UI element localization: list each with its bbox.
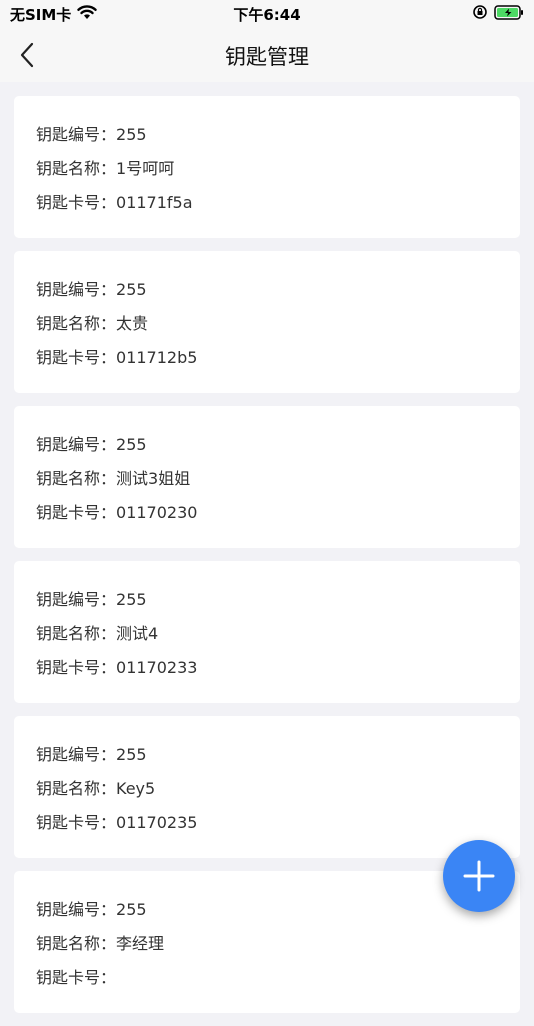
key-name-row: 钥匙名称：1号呵呵 [36,158,520,192]
key-name-value: 测试4 [116,624,159,643]
key-name-value: Key5 [116,779,156,798]
key-number-label: 钥匙编号： [36,745,117,764]
key-number-value: 255 [116,280,147,299]
status-right [472,4,524,24]
key-card[interactable]: 钥匙编号：255 钥匙名称：测试4 钥匙卡号：01170233 [14,561,520,703]
key-number-value: 255 [116,435,147,454]
navigation-bar: 钥匙管理 [0,28,534,82]
key-card-value: 01170230 [116,503,198,522]
key-card[interactable]: 钥匙编号：255 钥匙名称：Key5 钥匙卡号：01170235 [14,716,520,858]
key-number-row: 钥匙编号：255 [36,899,520,933]
key-number-row: 钥匙编号：255 [36,744,520,778]
key-name-label: 钥匙名称： [36,314,117,333]
key-name-value: 1号呵呵 [116,159,175,178]
key-name-label: 钥匙名称： [36,469,117,488]
battery-icon [494,4,524,24]
key-name-label: 钥匙名称： [36,159,117,178]
key-card-row: 钥匙卡号： [36,967,520,1001]
add-key-button[interactable] [443,840,515,912]
key-number-value: 255 [116,590,147,609]
key-name-row: 钥匙名称：测试3姐姐 [36,468,520,502]
key-number-row: 钥匙编号：255 [36,279,520,313]
key-card-row: 钥匙卡号：01171f5a [36,192,520,226]
key-number-row: 钥匙编号：255 [36,434,520,468]
key-card-label: 钥匙卡号： [36,348,117,367]
key-card[interactable]: 钥匙编号：255 钥匙名称：太贵 钥匙卡号：011712b5 [14,251,520,393]
key-number-row: 钥匙编号：255 [36,589,520,623]
key-number-value: 255 [116,745,147,764]
key-number-label: 钥匙编号： [36,590,117,609]
key-card-row: 钥匙卡号：011712b5 [36,347,520,381]
key-number-label: 钥匙编号： [36,900,117,919]
key-number-label: 钥匙编号： [36,435,117,454]
key-card[interactable]: 钥匙编号：255 钥匙名称：李经理 钥匙卡号： [14,871,520,1013]
key-card-label: 钥匙卡号： [36,503,117,522]
key-card[interactable]: 钥匙编号：255 钥匙名称：测试3姐姐 钥匙卡号：01170230 [14,406,520,548]
key-name-value: 太贵 [116,314,149,333]
orientation-lock-icon [472,4,488,24]
key-number-value: 255 [116,900,147,919]
key-card-row: 钥匙卡号：01170235 [36,812,520,846]
status-time: 下午6:44 [233,6,301,24]
key-card-label: 钥匙卡号： [36,813,117,832]
key-name-row: 钥匙名称：李经理 [36,933,520,967]
key-name-label: 钥匙名称： [36,779,117,798]
key-name-label: 钥匙名称： [36,934,117,953]
page-title: 钥匙管理 [225,45,309,69]
key-name-label: 钥匙名称： [36,624,117,643]
key-name-value: 李经理 [116,934,165,953]
key-card-label: 钥匙卡号： [36,193,117,212]
key-card-label: 钥匙卡号： [36,968,117,987]
key-card-label: 钥匙卡号： [36,658,117,677]
key-name-row: 钥匙名称：测试4 [36,623,520,657]
key-name-row: 钥匙名称：太贵 [36,313,520,347]
key-card-value: 01170233 [116,658,198,677]
key-card-row: 钥匙卡号：01170233 [36,657,520,691]
key-number-label: 钥匙编号： [36,280,117,299]
key-number-label: 钥匙编号： [36,125,117,144]
key-card-row: 钥匙卡号：01170230 [36,502,520,536]
key-number-value: 255 [116,125,147,144]
key-name-row: 钥匙名称：Key5 [36,778,520,812]
key-number-row: 钥匙编号：255 [36,124,520,158]
plus-icon [463,860,495,892]
status-bar: 无SIM卡 下午6:44 [0,0,534,28]
key-card-value: 01171f5a [116,193,193,212]
key-name-value: 测试3姐姐 [116,469,191,488]
key-card-value: 01170235 [116,813,198,832]
key-card-value: 011712b5 [116,348,198,367]
key-card[interactable]: 钥匙编号：255 钥匙名称：1号呵呵 钥匙卡号：01171f5a [14,96,520,238]
